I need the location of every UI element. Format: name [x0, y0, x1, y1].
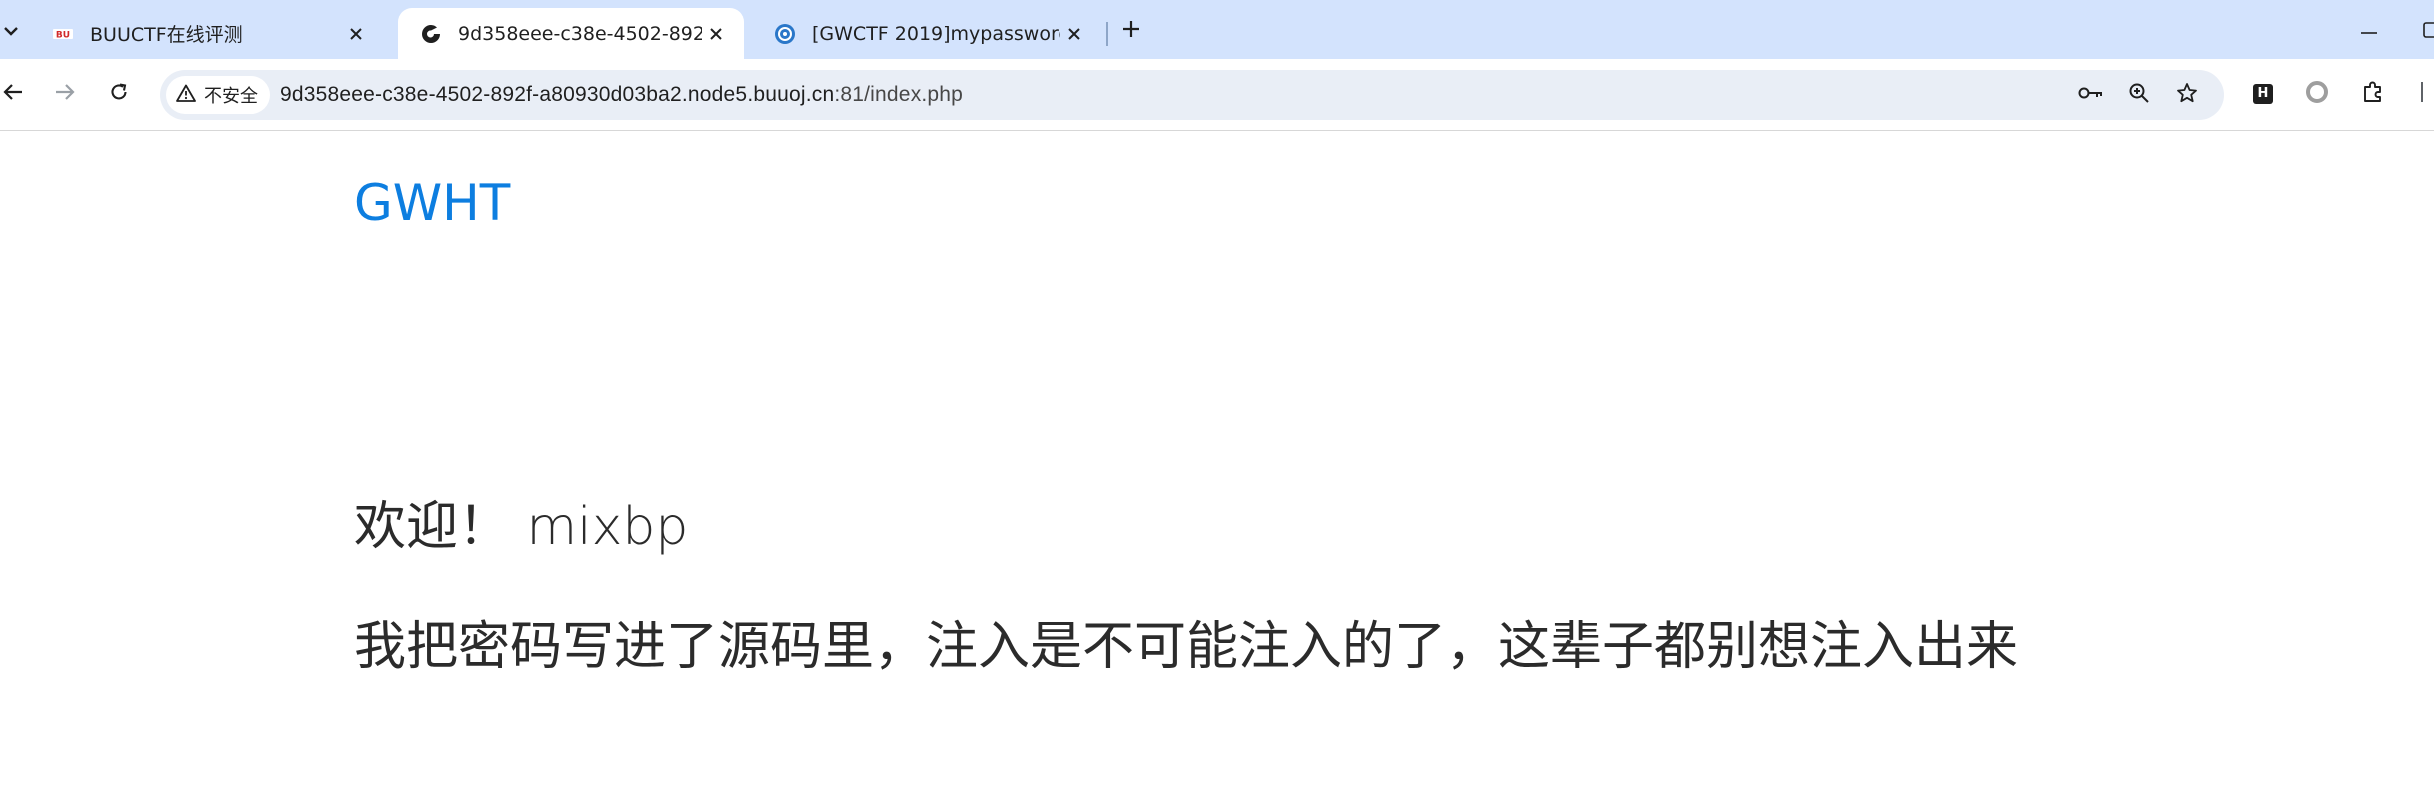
security-label: 不安全 — [204, 86, 258, 107]
tab-buuctf[interactable]: BU BUUCTF在线评测 — [30, 8, 384, 59]
tab-search-button[interactable] — [0, 16, 22, 44]
minimize-icon — [2361, 20, 2377, 39]
close-icon[interactable] — [342, 20, 370, 48]
arrow-right-icon — [55, 83, 75, 105]
url-text[interactable]: 9d358eee-c38e-4502-892f-a80930d03ba2.nod… — [280, 70, 963, 120]
forward-button[interactable] — [48, 77, 82, 111]
url-host: 9d358eee-c38e-4502-892f-a80930d03ba2.nod… — [280, 83, 835, 106]
tab-title: 9d358eee-c38e-4502-892f-a8 — [458, 22, 702, 45]
puzzle-icon — [2361, 80, 2385, 108]
blog-logo-icon — [774, 23, 796, 45]
reload-icon — [109, 82, 129, 106]
zoom-in-icon — [2128, 82, 2150, 108]
minimize-button[interactable] — [2352, 14, 2386, 44]
tab-title: [GWCTF 2019]mypassword - — [812, 22, 1060, 45]
site-brand-link[interactable]: GWHT — [354, 174, 510, 232]
key-icon — [2078, 85, 2104, 105]
url-path: :81/index.php — [834, 83, 964, 106]
chevron-down-icon — [4, 21, 18, 40]
bookmark-button[interactable] — [2172, 80, 2202, 110]
browser-toolbar: 不安全 9d358eee-c38e-4502-892f-a80930d03ba2… — [0, 59, 2434, 131]
generic-site-icon — [420, 23, 442, 45]
svg-text:BU: BU — [56, 30, 70, 40]
welcome-heading: 欢迎！ mixbp — [354, 497, 689, 557]
arrow-left-icon — [3, 83, 23, 105]
tab-title: BUUCTF在线评测 — [90, 24, 243, 46]
hackbar-icon: H — [2253, 84, 2273, 104]
tab-strip: BU BUUCTF在线评测 9d358eee-c38e-4502-892f-a8 — [0, 0, 2434, 59]
zoom-button[interactable] — [2124, 80, 2154, 110]
back-button[interactable] — [0, 77, 30, 111]
address-bar[interactable]: 不安全 9d358eee-c38e-4502-892f-a80930d03ba2… — [160, 70, 2224, 120]
buuctf-logo-icon: BU — [52, 23, 74, 45]
message-text: 我把密码写进了源码里，注入是不可能注入的了，这辈子都别想注入出来 — [354, 617, 2019, 677]
warning-icon — [176, 84, 196, 107]
tab-separator — [1106, 22, 1108, 46]
close-icon[interactable] — [1060, 20, 1088, 48]
star-icon — [2176, 82, 2198, 108]
tab-writeup[interactable]: [GWCTF 2019]mypassword - — [752, 8, 1102, 59]
more-vert-icon — [2419, 80, 2427, 108]
restore-icon — [2410, 22, 2434, 44]
browser-menu-button[interactable] — [2412, 77, 2434, 111]
plus-icon — [1122, 20, 1140, 42]
maximize-button[interactable] — [2410, 14, 2434, 44]
tab-challenge[interactable]: 9d358eee-c38e-4502-892f-a8 — [398, 8, 744, 59]
circle-extension-icon — [2305, 80, 2329, 108]
security-indicator[interactable]: 不安全 — [166, 76, 270, 114]
extensions-menu-button[interactable] — [2356, 77, 2390, 111]
extension-circle-button[interactable] — [2300, 77, 2334, 111]
reload-button[interactable] — [102, 77, 136, 111]
hackbar-extension-button[interactable]: H — [2246, 77, 2280, 111]
close-icon[interactable] — [702, 20, 730, 48]
new-tab-button[interactable] — [1114, 14, 1148, 48]
password-key-button[interactable] — [2076, 80, 2106, 110]
